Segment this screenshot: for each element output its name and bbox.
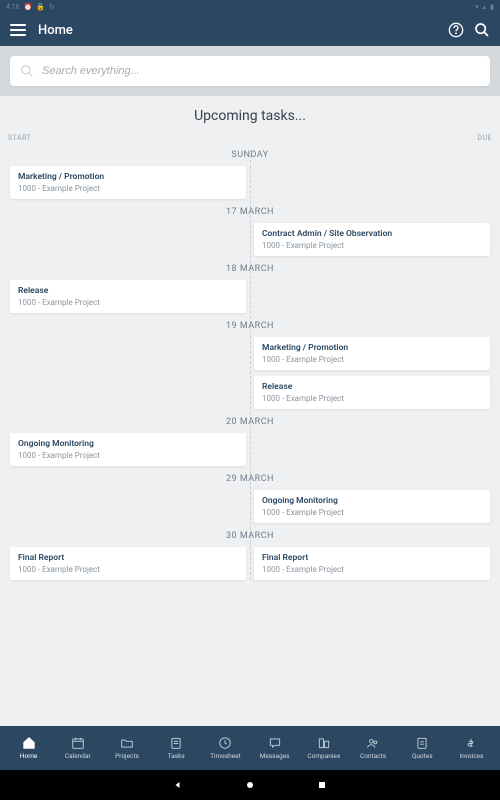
date-header: 20 MARCH [6,417,494,427]
search-input-icon [20,64,34,78]
tasks-icon [169,736,183,750]
task-card[interactable]: Final Report 1000 - Example Project [254,547,490,580]
date-header: 17 MARCH [6,207,494,217]
nav-timesheet[interactable]: Timesheet [201,736,250,760]
due-column-label: DUE [477,134,492,142]
date-header: 30 MARCH [6,531,494,541]
date-header: 18 MARCH [6,264,494,274]
timeline: SUNDAY Marketing / Promotion 1000 - Exampl… [6,150,494,580]
date-header: 19 MARCH [6,321,494,331]
task-card[interactable]: Final Report 1000 - Example Project [10,547,246,580]
task-card[interactable]: Release 1000 - Example Project [254,376,490,409]
nav-label: Contacts [360,752,386,760]
nav-label: Quotes [412,752,433,760]
system-nav-bar [0,770,500,800]
page-title: Upcoming tasks... [6,108,494,124]
bottom-nav: Home Calendar Projects Tasks Timesheet Messag… [0,726,500,770]
task-subtitle: 1000 - Example Project [18,298,238,307]
search-icon[interactable] [474,22,490,38]
task-card[interactable]: Contract Admin / Site Observation 1000 - … [254,223,490,256]
task-title: Release [262,382,482,392]
search-container [0,46,500,96]
task-subtitle: 1000 - Example Project [262,394,482,403]
nav-messages[interactable]: Messages [250,736,299,760]
task-title: Ongoing Monitoring [262,496,482,506]
main-content: Upcoming tasks... START DUE SUNDAY Market… [0,96,500,726]
task-card[interactable]: Marketing / Promotion 1000 - Example Proj… [254,337,490,370]
task-subtitle: 1000 - Example Project [262,241,482,250]
nav-label: Invoices [459,752,483,760]
messages-icon [268,736,282,750]
task-subtitle: 1000 - Example Project [262,355,482,364]
task-title: Release [18,286,238,296]
task-title: Contract Admin / Site Observation [262,229,482,239]
contacts-icon [366,736,380,750]
system-back-button[interactable] [172,779,184,791]
status-signal-icon: ▴ [483,3,487,11]
task-card[interactable]: Release 1000 - Example Project [10,280,246,313]
task-subtitle: 1000 - Example Project [18,451,238,460]
timesheet-icon [218,736,232,750]
menu-icon[interactable] [10,24,26,36]
task-title: Ongoing Monitoring [18,439,238,449]
nav-tasks[interactable]: Tasks [152,736,201,760]
task-subtitle: 1000 - Example Project [262,508,482,517]
system-recent-button[interactable] [316,779,328,791]
status-sync-icon: ↻ [49,3,55,11]
system-home-button[interactable] [244,779,256,791]
nav-invoices[interactable]: Invoices [447,736,496,760]
app-bar: Home [0,14,500,46]
nav-calendar[interactable]: Calendar [53,736,102,760]
nav-label: Messages [260,752,290,760]
invoices-icon [464,736,478,750]
nav-contacts[interactable]: Contacts [348,736,397,760]
task-title: Final Report [18,553,238,563]
task-card[interactable]: Ongoing Monitoring 1000 - Example Project [254,490,490,523]
nav-projects[interactable]: Projects [102,736,151,760]
app-title: Home [38,23,448,38]
help-icon[interactable] [448,22,464,38]
nav-label: Calendar [65,752,91,760]
status-lock-icon: 🔒 [36,3,45,11]
companies-icon [317,736,331,750]
status-wifi-icon: ▾ [475,3,479,11]
search-input[interactable] [42,65,480,77]
nav-label: Projects [115,752,139,760]
task-title: Marketing / Promotion [262,343,482,353]
status-time: 4:16 [6,3,20,11]
nav-label: Tasks [168,752,185,760]
nav-companies[interactable]: Companies [299,736,348,760]
nav-label: Companies [307,752,340,760]
nav-home[interactable]: Home [4,736,53,760]
date-header: 29 MARCH [6,474,494,484]
task-subtitle: 1000 - Example Project [18,565,238,574]
status-alarm-icon: ⏰ [24,3,33,11]
home-icon [22,736,36,750]
task-title: Final Report [262,553,482,563]
task-subtitle: 1000 - Example Project [18,184,238,193]
search-box[interactable] [10,56,490,86]
date-header: SUNDAY [6,150,494,160]
quotes-icon [415,736,429,750]
calendar-icon [71,736,85,750]
status-battery-icon: ▮ [490,3,494,11]
start-column-label: START [8,134,31,142]
nav-quotes[interactable]: Quotes [398,736,447,760]
task-title: Marketing / Promotion [18,172,238,182]
os-status-bar: 4:16 ⏰ 🔒 ↻ ▾ ▴ ▮ [0,0,500,14]
nav-label: Home [20,752,38,760]
task-subtitle: 1000 - Example Project [262,565,482,574]
projects-icon [120,736,134,750]
nav-label: Timesheet [210,752,241,760]
task-card[interactable]: Ongoing Monitoring 1000 - Example Project [10,433,246,466]
task-card[interactable]: Marketing / Promotion 1000 - Example Proj… [10,166,246,199]
